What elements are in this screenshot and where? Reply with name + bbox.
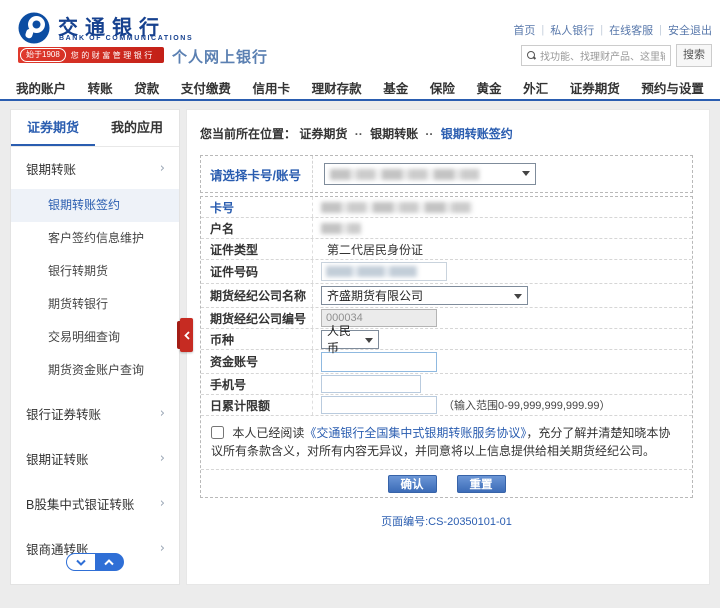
agreement-row: 本人已经阅读《交通银行全国集中式银期转账服务协议》，充分了解并清楚知晓本协议所有… <box>201 416 692 470</box>
main-nav: 我的账户 转账 贷款 支付缴费 信用卡 理财存款 基金 保险 黄金 外汇 证券期… <box>0 75 720 101</box>
form-table: 卡号 户名 证件类型 第二代居民身份证 证件号码 期货经纪公司名称 <box>200 196 693 498</box>
agreement-checkbox[interactable] <box>211 426 224 439</box>
nav-item-funds[interactable]: 基金 <box>383 78 408 97</box>
chevron-right-icon: › <box>160 541 165 556</box>
currency-value: 人民币 <box>327 322 360 356</box>
sidebar-item-bank-to-futures[interactable]: 银行转期货 <box>11 255 179 288</box>
agreement-link[interactable]: 《交通银行全国集中式银期转账服务协议》 <box>304 426 526 440</box>
sidebar-collapse-tab[interactable] <box>180 318 193 352</box>
row-id-type: 证件类型 第二代居民身份证 <box>201 239 692 260</box>
daily-limit-input[interactable] <box>321 396 437 414</box>
sidebar-group-bank-securities-transfer[interactable]: 银行证券转账 › <box>11 391 179 436</box>
search-area: 找功能、找理财产品、这里输入。 搜索 <box>521 44 712 67</box>
nav-item-appointments-settings[interactable]: 预约与设置 <box>641 78 704 97</box>
tab-securities-futures[interactable]: 证券期货 <box>11 110 95 146</box>
row-id-number: 证件号码 <box>201 260 692 284</box>
link-logout[interactable]: 安全退出 <box>668 22 712 38</box>
link-home[interactable]: 首页 <box>513 22 535 38</box>
portal-title: 个人网上银行 <box>172 46 268 67</box>
confirm-button[interactable]: 确认 <box>388 475 437 493</box>
nav-item-insurance[interactable]: 保险 <box>430 78 455 97</box>
chevron-down-icon <box>76 559 86 566</box>
tab-my-applications[interactable]: 我的应用 <box>95 110 179 146</box>
search-button[interactable]: 搜索 <box>676 44 712 67</box>
nav-item-securities-futures[interactable]: 证券期货 <box>570 78 620 97</box>
top-links: 首页| 私人银行| 在线客服| 安全退出 <box>513 22 712 38</box>
brand-slogan: 您的财富管理银行 <box>71 50 155 61</box>
sidebar-pager <box>66 553 124 571</box>
row-currency: 币种 人民币 <box>201 329 692 350</box>
sidebar-item-signing[interactable]: 银期转账签约 <box>11 189 179 222</box>
badge-year: 始于1908 <box>20 48 66 62</box>
row-card-number: 卡号 <box>201 197 692 218</box>
main-content: 您当前所在位置： 证券期货 ·· 银期转账 ·· 银期转账签约 请选择卡号/账号… <box>186 109 710 585</box>
masked-id-number <box>326 266 418 277</box>
id-type-text: 第二代居民身份证 <box>327 241 423 258</box>
chevron-right-icon: › <box>160 161 165 176</box>
mobile-input[interactable] <box>321 375 421 393</box>
id-number-box <box>321 262 447 281</box>
search-placeholder: 找功能、找理财产品、这里输入。 <box>540 48 665 63</box>
card-selector-row: 请选择卡号/账号 <box>200 155 693 193</box>
nav-item-my-accounts[interactable]: 我的账户 <box>16 78 66 97</box>
row-broker-name: 期货经纪公司名称 齐盛期货有限公司 <box>201 284 692 308</box>
search-icon <box>527 51 536 60</box>
reset-button[interactable]: 重置 <box>457 475 506 493</box>
header: 交通银行 BANK OF COMMUNICATIONS 始于1908 您的财富管… <box>0 0 720 75</box>
signing-form: 请选择卡号/账号 卡号 户名 证件类型 第二代居民身份证 证件号码 <box>200 155 693 529</box>
nav-item-forex[interactable]: 外汇 <box>523 78 548 97</box>
brand-name-en: BANK OF COMMUNICATIONS <box>59 35 193 42</box>
row-broker-code: 期货经纪公司编号 <box>201 308 692 329</box>
nav-item-gold[interactable]: 黄金 <box>477 78 502 97</box>
masked-card-number <box>330 169 480 180</box>
card-selector-label: 请选择卡号/账号 <box>201 156 313 192</box>
sidebar-item-futures-account-query[interactable]: 期货资金账户查询 <box>11 354 179 387</box>
sidebar-item-signing-info-maintenance[interactable]: 客户签约信息维护 <box>11 222 179 255</box>
page-id: 页面编号:CS-20350101-01 <box>200 513 693 529</box>
bocom-logo-icon <box>18 12 50 44</box>
row-fund-account: 资金账号 <box>201 350 692 374</box>
breadcrumb-securities-futures[interactable]: 证券期货 <box>299 127 347 141</box>
chevron-up-icon <box>104 559 114 566</box>
nav-item-transfer[interactable]: 转账 <box>88 78 113 97</box>
breadcrumb: 您当前所在位置： 证券期货 ·· 银期转账 ·· 银期转账签约 <box>187 110 709 142</box>
agreement-text-prefix: 本人已经阅读 <box>232 426 304 440</box>
nav-item-loans[interactable]: 贷款 <box>134 78 159 97</box>
chevron-left-icon <box>184 331 190 340</box>
link-private-banking[interactable]: 私人银行 <box>550 22 594 38</box>
link-online-service[interactable]: 在线客服 <box>609 22 653 38</box>
sidebar-group-bank-futures-transfer[interactable]: 银期转账 › <box>11 147 179 189</box>
broker-name-value: 齐盛期货有限公司 <box>327 287 423 304</box>
scroll-up-button[interactable] <box>95 553 125 571</box>
sidebar-tabs: 证券期货 我的应用 <box>11 110 179 147</box>
sidebar-sublist: 银期转账签约 客户签约信息维护 银行转期货 期货转银行 交易明细查询 期货资金账… <box>11 189 179 391</box>
sidebar-item-transaction-detail-query[interactable]: 交易明细查询 <box>11 321 179 354</box>
breadcrumb-current: 银期转账签约 <box>441 127 513 141</box>
nav-item-credit-card[interactable]: 信用卡 <box>253 78 291 97</box>
breadcrumb-bank-futures-transfer[interactable]: 银期转账 <box>370 127 418 141</box>
breadcrumb-prefix: 您当前所在位置： <box>200 127 296 141</box>
brand-banner: 始于1908 您的财富管理银行 <box>18 47 164 63</box>
search-input[interactable]: 找功能、找理财产品、这里输入。 <box>521 45 671 66</box>
chevron-right-icon: › <box>160 496 165 511</box>
nav-item-wealth-deposits[interactable]: 理财存款 <box>312 78 362 97</box>
masked-card-number-value <box>321 202 473 213</box>
sidebar-group-bank-futures-securities[interactable]: 银期证转账 › <box>11 436 179 481</box>
row-account-name: 户名 <box>201 218 692 239</box>
scroll-down-button[interactable] <box>66 553 95 571</box>
chevron-right-icon: › <box>160 406 165 421</box>
currency-select[interactable]: 人民币 <box>321 330 379 349</box>
masked-account-name <box>321 223 361 234</box>
button-row: 确认 重置 <box>201 470 692 497</box>
sidebar: 证券期货 我的应用 银期转账 › 银期转账签约 客户签约信息维护 银行转期货 期… <box>10 109 180 585</box>
card-number-select[interactable] <box>324 163 536 185</box>
row-mobile: 手机号 <box>201 374 692 395</box>
daily-limit-hint: （输入范围0-99,999,999,999.99） <box>443 397 611 413</box>
sidebar-group-bshare-centralized[interactable]: B股集中式银证转账 › <box>11 481 179 526</box>
chevron-right-icon: › <box>160 451 165 466</box>
sidebar-item-futures-to-bank[interactable]: 期货转银行 <box>11 288 179 321</box>
nav-item-payments[interactable]: 支付缴费 <box>181 78 231 97</box>
row-daily-limit: 日累计限额 （输入范围0-99,999,999,999.99） <box>201 395 692 416</box>
broker-name-select[interactable]: 齐盛期货有限公司 <box>321 286 528 305</box>
